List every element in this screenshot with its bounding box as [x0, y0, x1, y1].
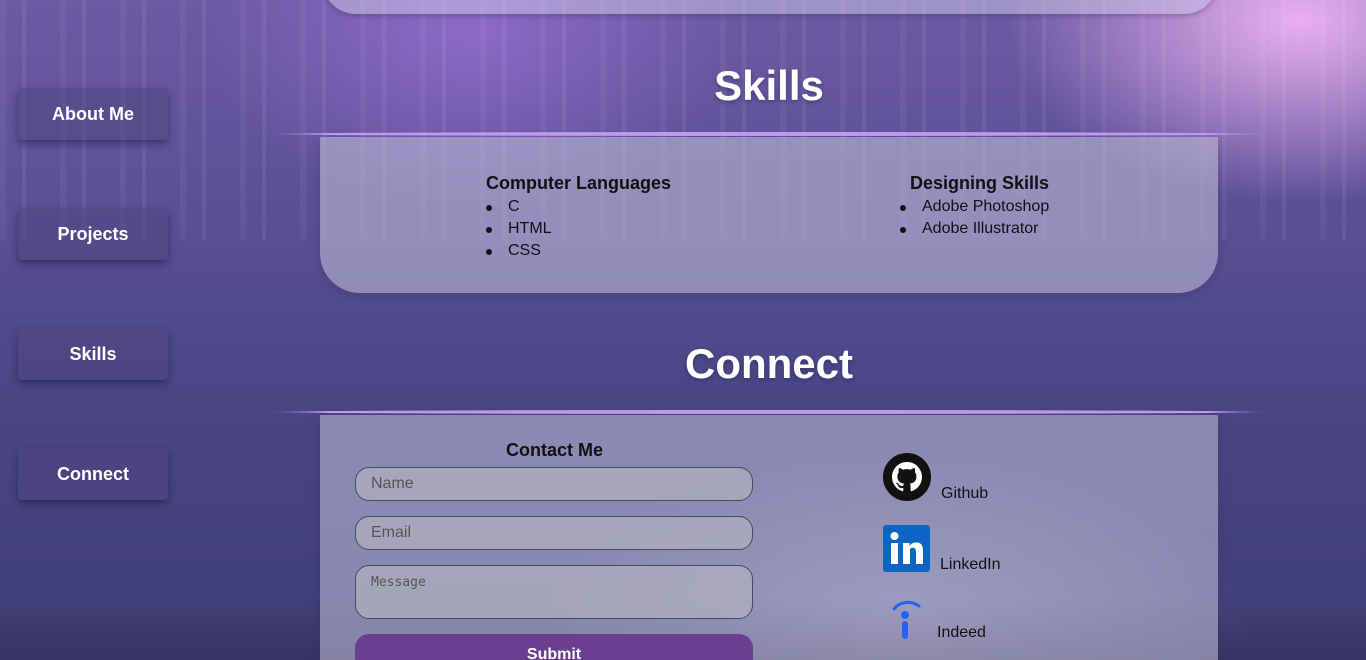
submit-button[interactable]: Submit — [355, 634, 753, 660]
nav-about-me-button[interactable]: About Me — [18, 88, 168, 140]
list-item: C — [486, 196, 671, 218]
computer-languages-heading: Computer Languages — [486, 173, 672, 193]
contact-me-heading: Contact Me — [506, 440, 604, 460]
message-textarea[interactable] — [355, 565, 753, 619]
indeed-label: Indeed — [937, 624, 986, 641]
list-item: HTML — [486, 218, 671, 240]
email-input[interactable] — [355, 516, 753, 550]
indeed-icon — [889, 600, 925, 644]
skills-divider — [270, 132, 1268, 136]
designing-skills-heading: Designing Skills — [910, 173, 1050, 193]
connect-divider — [270, 410, 1268, 414]
nav-connect-button[interactable]: Connect — [18, 448, 168, 500]
list-item: Adobe Photoshop — [900, 196, 1049, 218]
computer-languages-column: Computer Languages C HTML CSS — [486, 173, 671, 262]
github-label: Github — [941, 485, 989, 502]
projects-card-bottom — [322, 0, 1218, 14]
computer-languages-list: C HTML CSS — [486, 196, 671, 262]
indeed-link[interactable]: Indeed — [883, 600, 986, 644]
nav-skills-button[interactable]: Skills — [18, 328, 168, 380]
name-input[interactable] — [355, 467, 753, 501]
github-link[interactable]: Github — [883, 453, 988, 505]
designing-skills-list: Adobe Photoshop Adobe Illustrator — [900, 196, 1049, 240]
linkedin-icon — [883, 525, 930, 576]
github-icon — [883, 453, 931, 505]
designing-skills-column: Designing Skills Adobe Photoshop Adobe I… — [900, 173, 1049, 240]
linkedin-label: LinkedIn — [940, 556, 1001, 573]
list-item: CSS — [486, 240, 671, 262]
linkedin-link[interactable]: LinkedIn — [883, 525, 1001, 576]
connect-section-title: Connect — [685, 340, 853, 387]
nav-projects-button[interactable]: Projects — [18, 208, 168, 260]
connect-card: Contact Me Submit Github LinkedIn — [320, 415, 1218, 660]
skills-card: Computer Languages C HTML CSS Designing … — [320, 137, 1218, 293]
list-item: Adobe Illustrator — [900, 218, 1049, 240]
skills-section-title: Skills — [714, 62, 824, 109]
